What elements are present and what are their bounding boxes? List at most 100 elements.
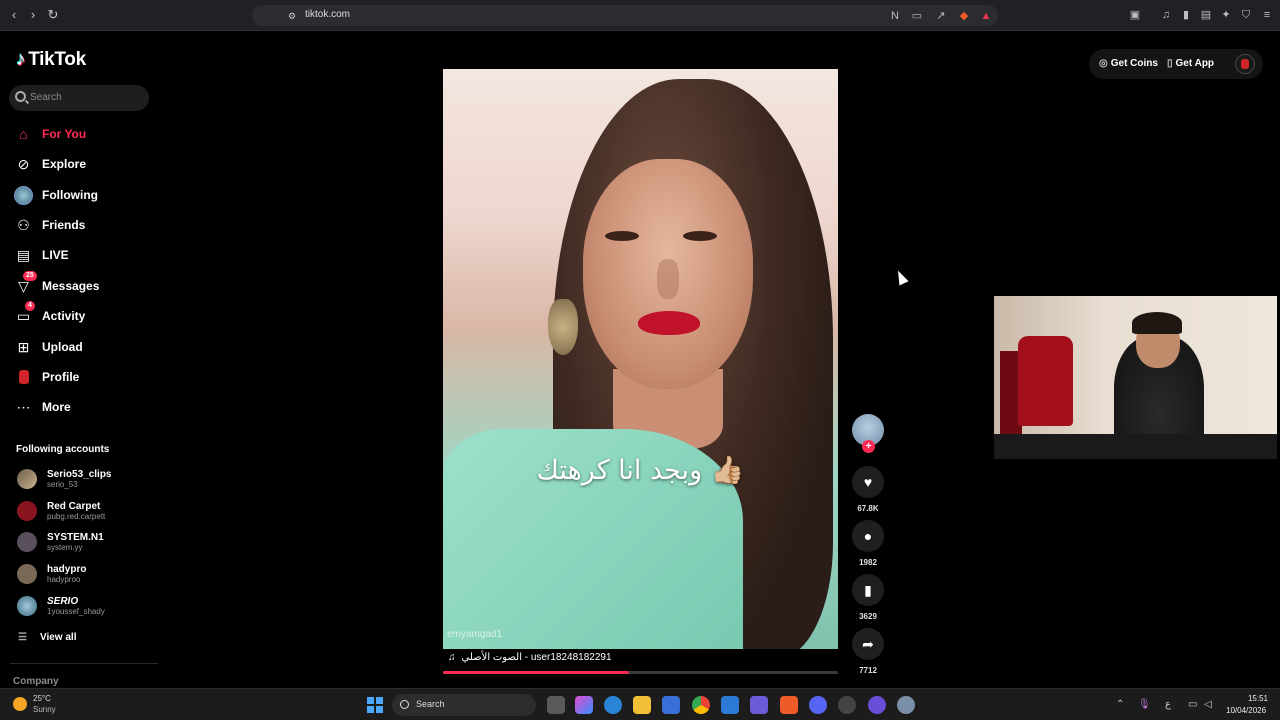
settings-icon[interactable] bbox=[897, 696, 915, 714]
teams-icon[interactable] bbox=[750, 696, 768, 714]
get-app-button[interactable]: ▯ Get App bbox=[1167, 58, 1214, 69]
following-account[interactable]: Red Carpet pubg.red.carpett bbox=[17, 497, 105, 525]
get-coins-button[interactable]: ◎ Get Coins bbox=[1099, 58, 1158, 69]
music-info[interactable]: ♫ الصوت الأصلي - user18248182291 bbox=[448, 652, 612, 663]
following-account[interactable]: SYSTEM.N1 system.yy bbox=[17, 528, 104, 556]
copilot-icon[interactable] bbox=[575, 696, 593, 714]
wallet-icon[interactable]: ▤ bbox=[1199, 8, 1213, 22]
brave-icon[interactable] bbox=[780, 696, 798, 714]
tab-search-icon[interactable]: ▣ bbox=[1128, 8, 1142, 22]
divider bbox=[10, 663, 158, 664]
video-frame bbox=[657, 259, 679, 299]
chevron-right-icon[interactable]: › bbox=[26, 8, 40, 22]
volume-icon[interactable]: ◁ bbox=[1204, 699, 1212, 710]
url-text: tiktok.com bbox=[305, 9, 351, 20]
webcam-frame bbox=[1132, 312, 1182, 334]
sidebar-item-for-you[interactable]: ⌂ For You bbox=[14, 124, 86, 144]
edge-icon[interactable] bbox=[604, 696, 622, 714]
file-explorer-icon[interactable] bbox=[633, 696, 651, 714]
reload-icon[interactable]: ↻ bbox=[46, 8, 60, 22]
comment-icon: ● bbox=[863, 528, 873, 544]
clock-date[interactable]: 10/04/2026 bbox=[1226, 706, 1266, 715]
avatar bbox=[17, 469, 37, 489]
following-account[interactable]: Serio53_clips serio_53 bbox=[17, 465, 111, 493]
comment-button[interactable]: ● bbox=[852, 520, 884, 552]
bookmark-icon: ▮ bbox=[864, 581, 872, 598]
more-icon: ⋯ bbox=[16, 398, 31, 415]
video-progress-bar[interactable] bbox=[443, 671, 838, 674]
avatar[interactable] bbox=[1235, 54, 1255, 74]
mail-icon[interactable] bbox=[721, 696, 739, 714]
phone-icon: ▯ bbox=[1167, 58, 1173, 69]
avatar bbox=[17, 501, 37, 521]
sidebar-item-live[interactable]: ▤ LIVE bbox=[14, 245, 69, 265]
sidebar-item-more[interactable]: ⋯ More bbox=[14, 397, 71, 417]
search-input[interactable]: Search bbox=[9, 85, 149, 111]
share-icon[interactable]: ↗ bbox=[934, 9, 948, 23]
chevron-left-icon[interactable]: ‹ bbox=[7, 8, 21, 22]
webcam-overlay bbox=[994, 296, 1277, 459]
video-player[interactable]: وبجد انا كرهتك 👍🏼 emyamgad1 bbox=[443, 69, 838, 649]
sidebar-icon[interactable]: ▮ bbox=[1179, 8, 1193, 22]
activity-badge: 4 bbox=[25, 300, 35, 311]
rewards-icon[interactable]: ▲ bbox=[979, 9, 993, 23]
menu-icon[interactable]: ≡ bbox=[1260, 8, 1274, 22]
save-button[interactable]: ▮ bbox=[852, 574, 884, 606]
chrome-icon[interactable] bbox=[692, 696, 710, 714]
sun-icon[interactable] bbox=[13, 697, 27, 711]
list-icon: ☰ bbox=[18, 632, 27, 643]
media-icon[interactable]: ♫ bbox=[1159, 8, 1173, 22]
weather-condition: Sunny bbox=[33, 705, 56, 714]
activity-icon: ▭ 4 bbox=[14, 300, 35, 326]
translate-icon[interactable]: N bbox=[888, 9, 902, 23]
clock-time[interactable]: 15:51 bbox=[1240, 694, 1268, 703]
view-all-button[interactable]: ☰ View all bbox=[18, 632, 76, 643]
chevron-up-icon[interactable]: ⌃ bbox=[1116, 699, 1124, 710]
sidebar-item-explore[interactable]: ⊘ Explore bbox=[14, 154, 86, 174]
share-button[interactable]: ➦ bbox=[852, 628, 884, 660]
live-icon: ▤ bbox=[16, 246, 31, 263]
app-icon[interactable] bbox=[868, 696, 886, 714]
address-bar[interactable]: ⚙ tiktok.com N ▭ ↗ ◆ ▲ bbox=[252, 5, 998, 26]
sidebar-item-profile[interactable]: Profile bbox=[14, 367, 79, 387]
leo-ai-icon[interactable]: ✦ bbox=[1219, 8, 1233, 22]
brave-shield-icon[interactable]: ◆ bbox=[957, 9, 971, 23]
cast-icon[interactable]: ▭ bbox=[910, 9, 924, 23]
profile-icon bbox=[14, 368, 33, 387]
tiktok-logo[interactable]: ♪ TikTok bbox=[16, 49, 86, 71]
search-icon bbox=[400, 700, 409, 709]
following-account[interactable]: hadypro hadyproo bbox=[17, 560, 86, 588]
language-indicator[interactable]: ع bbox=[1165, 699, 1171, 710]
messages-badge: 25 bbox=[23, 270, 37, 281]
discord-icon[interactable] bbox=[809, 696, 827, 714]
windows-start-icon[interactable] bbox=[367, 697, 383, 713]
sidebar-item-friends[interactable]: ⚇ Friends bbox=[14, 215, 85, 235]
site-info-icon[interactable]: ⚙ bbox=[285, 9, 299, 23]
save-count: 3629 bbox=[859, 612, 877, 621]
sidebar-item-messages[interactable]: ▽ 25 Messages bbox=[14, 270, 99, 296]
vpn-icon[interactable]: ⛉ bbox=[1239, 8, 1253, 22]
sidebar-item-following[interactable]: Following bbox=[14, 185, 98, 205]
video-frame bbox=[548, 299, 578, 355]
webcam-frame bbox=[994, 434, 1277, 459]
steam-icon[interactable] bbox=[838, 696, 856, 714]
store-icon[interactable] bbox=[662, 696, 680, 714]
sidebar-item-activity[interactable]: ▭ 4 Activity bbox=[14, 300, 85, 326]
taskbar-search[interactable]: Search bbox=[392, 694, 536, 716]
company-link[interactable]: Company bbox=[13, 676, 59, 687]
follow-plus-icon[interactable]: + bbox=[862, 440, 875, 453]
search-placeholder: Search bbox=[30, 92, 62, 103]
upload-icon: ⊞ bbox=[17, 338, 30, 355]
network-icon[interactable]: ▭ bbox=[1188, 699, 1197, 710]
task-view-icon[interactable] bbox=[547, 696, 565, 714]
avatar bbox=[17, 564, 37, 584]
coin-icon: ◎ bbox=[1099, 58, 1108, 69]
mic-icon[interactable]: 🎙 bbox=[1138, 699, 1151, 710]
sidebar-item-upload[interactable]: ⊞ Upload bbox=[14, 337, 83, 357]
following-accounts-title: Following accounts bbox=[16, 444, 110, 455]
comment-count: 1982 bbox=[859, 558, 877, 567]
following-account[interactable]: SERIO 1youssef_shady bbox=[17, 592, 105, 620]
avatar bbox=[17, 596, 37, 616]
like-button[interactable]: ♥ bbox=[852, 466, 884, 498]
avatar bbox=[17, 532, 37, 552]
